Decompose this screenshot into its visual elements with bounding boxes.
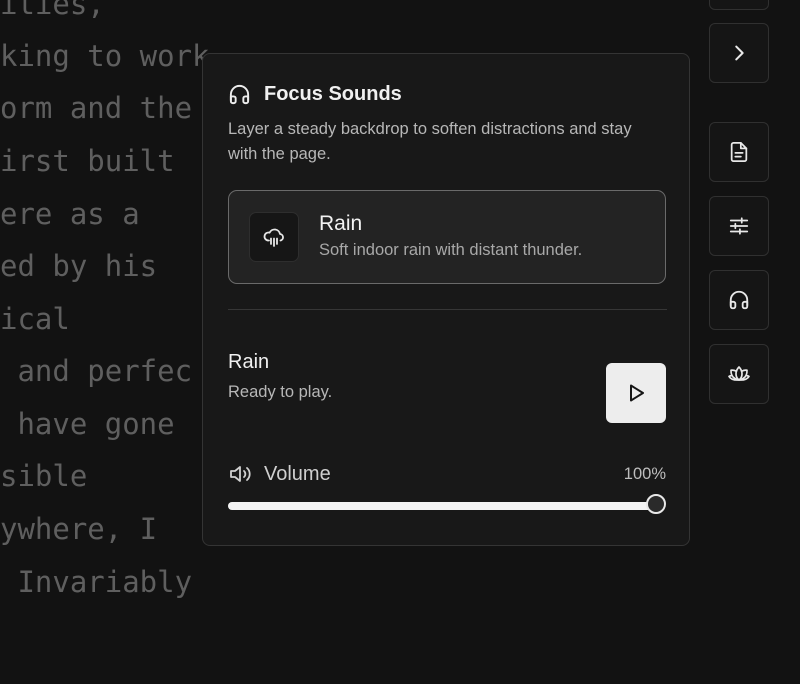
sound-option-rain[interactable]: Rain Soft indoor rain with distant thund… [228, 190, 666, 284]
text-line: irst built [0, 144, 175, 178]
sound-name: Rain [319, 212, 363, 235]
document-button[interactable] [709, 122, 769, 182]
sidebar-button-top[interactable] [709, 0, 769, 10]
expand-button[interactable] [709, 23, 769, 83]
cloud-rain-icon [263, 228, 284, 247]
chevron-right-icon [735, 45, 744, 61]
text-line: have gone [0, 407, 175, 441]
meditation-button[interactable] [709, 344, 769, 404]
lotus-icon [728, 366, 750, 381]
volume-row: Volume 100% [228, 462, 666, 486]
headphones-icon [229, 84, 250, 105]
volume-slider-fill [228, 502, 656, 510]
play-icon [630, 384, 644, 402]
volume-value: 100% [623, 464, 666, 483]
text-line: ere as a [0, 197, 140, 231]
volume-slider-thumb[interactable] [646, 494, 666, 514]
panel-description: Layer a steady backdrop to soften distra… [228, 120, 632, 163]
settings-sliders-button[interactable] [709, 196, 769, 256]
panel-header: Focus Sounds [228, 83, 402, 106]
sound-icon-box [249, 212, 299, 262]
text-line: sible [0, 459, 88, 493]
panel-title: Focus Sounds [264, 83, 402, 105]
volume-slider[interactable] [228, 494, 666, 514]
text-line: ywhere, I [0, 512, 158, 546]
text-line: Invariably [0, 565, 193, 599]
volume-label: Volume [264, 462, 331, 485]
text-line: ed by his [0, 249, 158, 283]
divider [228, 309, 667, 310]
text-line: ical [0, 302, 70, 336]
play-button[interactable] [606, 363, 666, 423]
focus-sounds-button[interactable] [709, 270, 769, 330]
text-line: king to work [0, 39, 210, 73]
speaker-icon [230, 466, 251, 482]
text-line: and perfec [0, 354, 193, 388]
headphones-icon [729, 290, 749, 310]
focus-sounds-panel: Focus Sounds Layer a steady backdrop to … [202, 53, 690, 546]
now-playing-status: Ready to play. [228, 383, 333, 401]
now-playing-title: Rain [228, 351, 270, 373]
document-icon [730, 141, 748, 163]
text-line: orm and the [0, 91, 193, 125]
sliders-icon [729, 217, 749, 235]
sound-description: Soft indoor rain with distant thunder. [319, 241, 583, 259]
text-line: ities, [0, 0, 105, 21]
